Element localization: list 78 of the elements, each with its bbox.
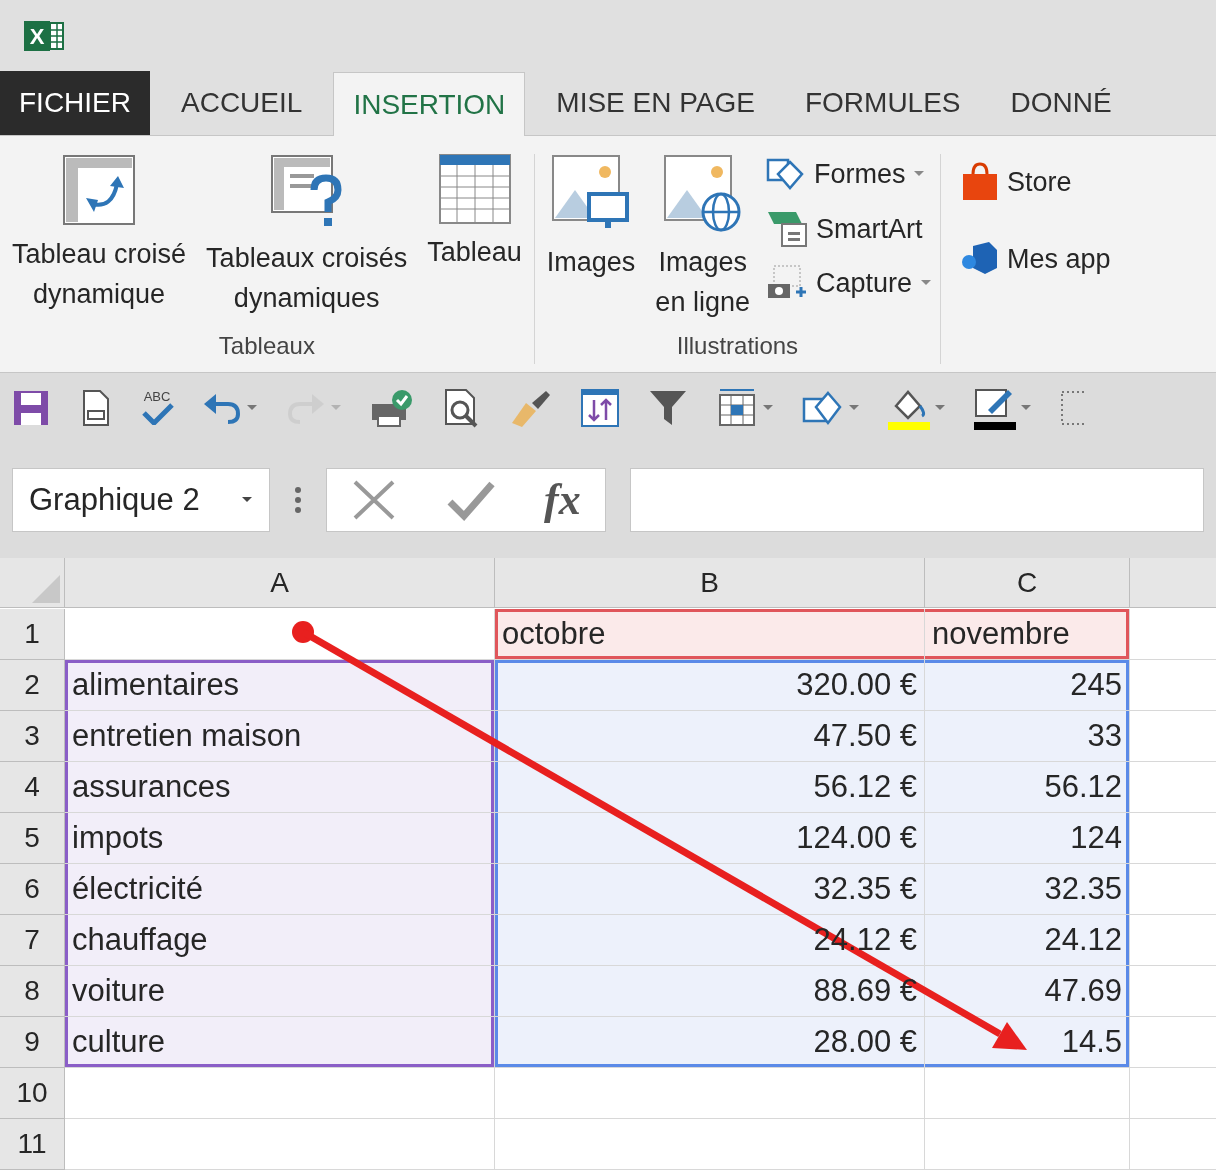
row-header[interactable]: 5 xyxy=(0,813,65,864)
caret-icon xyxy=(762,403,774,412)
formula-field[interactable] xyxy=(630,468,1204,532)
table-cell: 32.35 xyxy=(925,864,1130,915)
caret-icon xyxy=(246,403,258,412)
row-header[interactable]: 2 xyxy=(0,660,65,711)
ribbon-tab[interactable]: MISE EN PAGE xyxy=(537,71,774,135)
ribbon-button[interactable]: Formes xyxy=(765,154,932,195)
caret-icon xyxy=(848,403,860,412)
ribbon-button[interactable]: Tableaux croisés dynamiques xyxy=(202,154,412,324)
column-header[interactable]: B xyxy=(495,558,925,608)
row-header[interactable]: 10 xyxy=(0,1068,65,1119)
ribbon-tab[interactable]: ACCUEIL xyxy=(162,71,322,135)
table-cell: octobre xyxy=(495,609,925,660)
table-cell: 32.35 € xyxy=(495,864,925,915)
caret-icon xyxy=(330,403,342,412)
ribbon-tab[interactable]: DONNÉ xyxy=(991,71,1131,135)
caret-icon xyxy=(913,170,926,179)
shopping-bag-icon xyxy=(961,162,999,203)
table-cell: culture xyxy=(65,1017,495,1068)
table-cell: 124.00 € xyxy=(495,813,925,864)
table-cell: électricité xyxy=(65,864,495,915)
table-cell: 47.50 € xyxy=(495,711,925,762)
triangle-icon xyxy=(32,575,60,603)
table-cell: 124 xyxy=(925,813,1130,864)
table-cell: chauffage xyxy=(65,915,495,966)
row-header[interactable]: 4 xyxy=(0,762,65,813)
ribbon-button[interactable]: Store xyxy=(961,162,1111,203)
row-header[interactable]: 9 xyxy=(0,1017,65,1068)
caret-icon xyxy=(934,403,946,412)
column-header[interactable]: A xyxy=(65,558,495,608)
row-header[interactable]: 11 xyxy=(0,1119,65,1170)
ribbon-button[interactable]: Capture xyxy=(765,263,932,304)
row-header[interactable]: 6 xyxy=(0,864,65,915)
table-cell: 88.69 € xyxy=(495,966,925,1017)
excel-logo: X xyxy=(24,21,64,51)
caret-icon xyxy=(920,279,932,288)
table-cell: novembre xyxy=(925,609,1130,660)
table-cell: 28.00 € xyxy=(495,1017,925,1068)
ribbon-button[interactable]: Mes app xyxy=(961,238,1111,279)
ribbon-button[interactable]: SmartArt xyxy=(765,208,932,249)
ribbon-button[interactable]: Images en ligne xyxy=(651,154,754,324)
table-cell: 320.00 € xyxy=(495,660,925,711)
table-cell: alimentaires xyxy=(65,660,495,711)
row-header[interactable]: 1 xyxy=(0,609,65,660)
group-label: Illustrations xyxy=(675,331,800,361)
caret-icon xyxy=(1020,403,1032,412)
row-header[interactable]: 3 xyxy=(0,711,65,762)
table-cell: 56.12 € xyxy=(495,762,925,813)
table-grid-icon[interactable] xyxy=(716,386,758,429)
function-button[interactable]: fx xyxy=(544,467,581,533)
ribbon-button[interactable]: Tableau croisé dynamique xyxy=(8,154,191,324)
table-cell: 56.12 xyxy=(925,762,1130,813)
pivot-table-icon xyxy=(62,154,137,226)
table-cell: 14.5 xyxy=(925,1017,1130,1068)
table-cell: entretien maison xyxy=(65,711,495,762)
ribbon-tab[interactable]: INSERTION xyxy=(333,72,526,136)
table-cell: 47.69 xyxy=(925,966,1130,1017)
smartart-icon xyxy=(765,209,808,248)
caret-icon xyxy=(241,496,253,504)
table-cell: impots xyxy=(65,813,495,864)
table-cell: 33 xyxy=(925,711,1130,762)
table-cell: voiture xyxy=(65,966,495,1017)
table-cell: 24.12 xyxy=(925,915,1130,966)
image-globe-icon xyxy=(662,154,743,234)
table-icon xyxy=(438,154,511,224)
row-header[interactable]: 7 xyxy=(0,915,65,966)
ribbon-tab[interactable]: FORMULES xyxy=(785,71,980,135)
group-label: Tableaux xyxy=(217,331,316,361)
name-box[interactable]: Graphique 2 xyxy=(12,468,270,532)
table-cell: assurances xyxy=(65,762,495,813)
ribbon-tab[interactable]: FICHIER xyxy=(0,71,150,135)
ribbon-button[interactable]: Images xyxy=(542,154,640,324)
table-cell: 245 xyxy=(925,660,1130,711)
column-header[interactable]: C xyxy=(925,558,1130,608)
more-icon xyxy=(294,486,302,514)
row-header[interactable]: 8 xyxy=(0,966,65,1017)
ribbon-button[interactable]: Tableau xyxy=(423,154,526,324)
